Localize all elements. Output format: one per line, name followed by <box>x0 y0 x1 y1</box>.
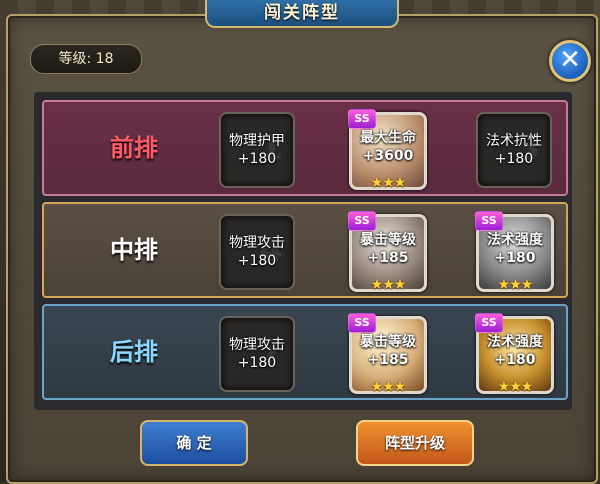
slot-bonus-text: 暴击等级 +185 <box>360 334 416 368</box>
window-title: 闯关阵型 <box>205 0 399 28</box>
slot-bonus-text: 最大生命 +3600 <box>360 130 416 164</box>
close-button[interactable]: ✕ <box>549 40 591 82</box>
rank-badge: SS <box>348 211 376 231</box>
star-rating: ★★★ <box>497 277 534 293</box>
slot-back-2[interactable]: SS 暴击等级 +185 ★★★ <box>348 313 427 395</box>
slot-front-3[interactable]: 3 法术抗性 +180 <box>476 112 552 188</box>
close-icon: ✕ <box>559 45 581 75</box>
slot-mid-1[interactable]: 4 物理攻击 +180 <box>219 214 295 290</box>
confirm-button[interactable]: 确 定 <box>140 420 248 466</box>
slot-bonus-text: 物理护甲 +180 <box>229 133 285 167</box>
row-label-front: 前排 <box>110 134 158 162</box>
slot-bonus-text: 物理攻击 +180 <box>229 337 285 371</box>
star-rating: ★★★ <box>370 175 407 191</box>
rank-badge: SS <box>475 211 503 231</box>
slot-mid-3[interactable]: SS 法术强度 +180 ★★★ <box>475 211 554 293</box>
upgrade-formation-button[interactable]: 阵型升级 <box>356 420 474 466</box>
star-rating: ★★★ <box>370 379 407 395</box>
row-front: 前排 1 物理护甲 +180 SS 最大生命 +3600 ★★★ 3 法术抗性 … <box>42 100 568 196</box>
rank-badge: SS <box>475 313 503 333</box>
slot-bonus-text: 暴击等级 +185 <box>360 232 416 266</box>
slot-back-1[interactable]: 7 物理攻击 +180 <box>219 316 295 392</box>
slot-front-1[interactable]: 1 物理护甲 +180 <box>219 112 295 188</box>
row-label-mid: 中排 <box>110 236 158 264</box>
rank-badge: SS <box>348 313 376 333</box>
star-rating: ★★★ <box>370 277 407 293</box>
slot-mid-2[interactable]: SS 暴击等级 +185 ★★★ <box>348 211 427 293</box>
rank-badge: SS <box>348 109 376 129</box>
slot-bonus-text: 物理攻击 +180 <box>229 235 285 269</box>
star-rating: ★★★ <box>497 379 534 395</box>
slot-bonus-text: 法术抗性 +180 <box>486 133 542 167</box>
level-badge: 等级: 18 <box>30 44 142 74</box>
row-back: 后排 7 物理攻击 +180 SS 暴击等级 +185 ★★★ SS 法术强度 … <box>42 304 568 400</box>
slot-bonus-text: 法术强度 +180 <box>487 232 543 266</box>
slot-front-2[interactable]: SS 最大生命 +3600 ★★★ <box>348 109 427 191</box>
row-label-back: 后排 <box>110 338 158 366</box>
formation-rows: 前排 1 物理护甲 +180 SS 最大生命 +3600 ★★★ 3 法术抗性 … <box>34 92 572 410</box>
row-mid: 中排 4 物理攻击 +180 SS 暴击等级 +185 ★★★ SS 法术强度 … <box>42 202 568 298</box>
slot-back-3[interactable]: SS 法术强度 +180 ★★★ <box>475 313 554 395</box>
slot-bonus-text: 法术强度 +180 <box>487 334 543 368</box>
